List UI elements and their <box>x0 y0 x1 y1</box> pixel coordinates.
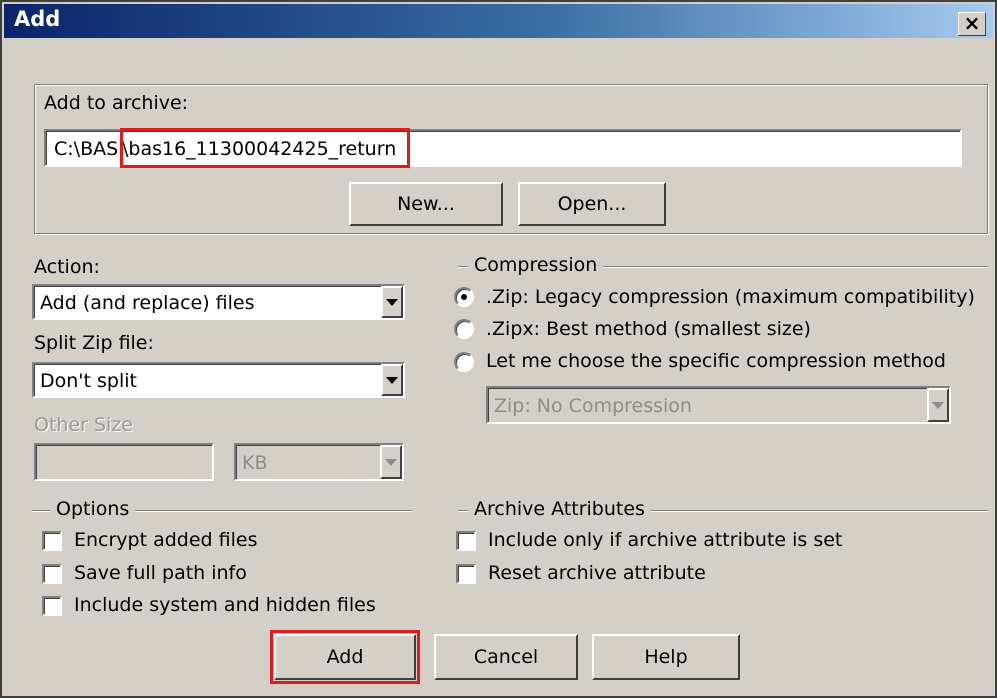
archive-path-prefix: C:\BAS <box>54 138 119 160</box>
other-size-label: Other Size <box>34 414 133 436</box>
compression-method-dropdown-button[interactable] <box>927 388 949 422</box>
dialog-title: Add <box>14 7 61 31</box>
split-zip-select[interactable]: Don't split <box>32 362 405 398</box>
split-zip-label: Split Zip file: <box>34 332 154 354</box>
reset-attribute-checkbox[interactable] <box>456 564 476 584</box>
title-bar[interactable] <box>4 4 993 38</box>
archive-attribute-label[interactable]: Include only if archive attribute is set <box>488 529 842 551</box>
encrypt-files-label[interactable]: Encrypt added files <box>74 529 258 551</box>
radio-choose-method-label[interactable]: Let me choose the specific compression m… <box>486 350 946 372</box>
action-dropdown-button[interactable] <box>381 286 403 318</box>
size-unit-value: KB <box>242 452 268 474</box>
size-unit-select[interactable]: KB <box>234 443 404 481</box>
encrypt-files-checkbox[interactable] <box>42 531 62 551</box>
add-to-archive-label: Add to archive: <box>44 92 189 114</box>
compression-method-value: Zip: No Compression <box>494 395 692 417</box>
chevron-down-icon <box>386 298 398 306</box>
chevron-down-icon <box>932 401 944 409</box>
close-icon: × <box>963 11 981 35</box>
include-hidden-label[interactable]: Include system and hidden files <box>74 594 376 616</box>
radio-zipx-best[interactable] <box>454 319 474 339</box>
save-path-checkbox[interactable] <box>42 564 62 584</box>
add-dialog: Add × Add to archive: C:\BAS \bas16_1130… <box>0 0 997 698</box>
include-hidden-checkbox[interactable] <box>42 596 62 616</box>
attributes-title: Archive Attributes <box>468 498 651 520</box>
help-button[interactable]: Help <box>592 634 740 680</box>
compression-title: Compression <box>468 254 604 276</box>
radio-choose-method[interactable] <box>454 352 474 372</box>
chevron-down-icon <box>385 458 397 466</box>
other-size-input[interactable] <box>34 443 214 481</box>
filename-highlight <box>120 128 410 168</box>
reset-attribute-label[interactable]: Reset archive attribute <box>488 562 706 584</box>
close-button[interactable]: × <box>958 12 986 36</box>
options-title: Options <box>50 498 136 520</box>
size-unit-dropdown-button[interactable] <box>380 445 402 479</box>
cancel-button[interactable]: Cancel <box>434 634 578 680</box>
compression-method-select[interactable]: Zip: No Compression <box>486 386 951 424</box>
radio-zip-legacy-label[interactable]: .Zip: Legacy compression (maximum compat… <box>486 286 975 308</box>
split-dropdown-button[interactable] <box>381 364 403 396</box>
action-select[interactable]: Add (and replace) files <box>32 284 405 320</box>
chevron-down-icon <box>386 376 398 384</box>
radio-zip-legacy[interactable] <box>454 287 474 307</box>
open-button[interactable]: Open... <box>518 182 666 226</box>
new-button[interactable]: New... <box>349 182 503 226</box>
action-select-value: Add (and replace) files <box>40 292 255 314</box>
split-zip-value: Don't split <box>40 370 137 392</box>
archive-attribute-checkbox[interactable] <box>456 531 476 551</box>
action-label: Action: <box>34 256 100 278</box>
add-button-highlight <box>270 630 420 684</box>
radio-zipx-best-label[interactable]: .Zipx: Best method (smallest size) <box>486 318 811 340</box>
save-path-label[interactable]: Save full path info <box>74 562 247 584</box>
